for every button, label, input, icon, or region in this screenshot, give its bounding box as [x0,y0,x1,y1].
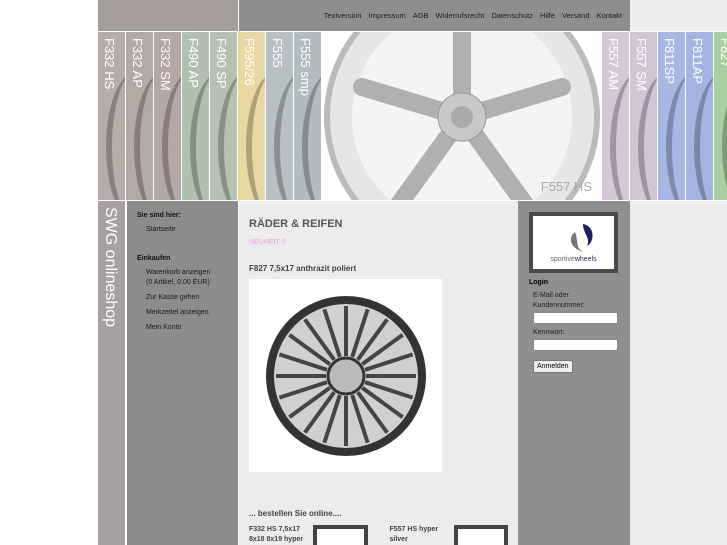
wheel-arc [666,72,685,200]
logo-text-a: sportive [550,256,575,263]
shop-heading: Einkaufen [137,255,171,262]
page-title: RÄDER & REIFEN [249,218,343,230]
email-field[interactable] [533,312,618,324]
strip-label: F332 SM [158,38,173,91]
hero-wheel-image[interactable]: F557 HS [322,32,602,200]
thumb-title[interactable]: F557 HS hyper silver [390,525,444,545]
banner-strip[interactable]: F332 AP [126,32,153,200]
nav-versand[interactable]: Versand [562,11,590,20]
logo-text-b: wheels [574,256,597,263]
logo-text: sportivewheels [533,256,614,263]
wheel-image [265,295,426,456]
shop-title: SWG onlineshop [102,207,119,328]
wheel-arc [610,72,629,200]
strip-label: F595/26 [242,38,257,86]
banner-strip[interactable]: F332 SM [154,32,181,200]
banner-strip[interactable]: F811SP [658,32,685,200]
top-nav: Textversion Impressum AGB Widerrufsrecht… [239,0,630,31]
main-content: RÄDER & REIFEN NEUHEIT !! F827 7,5x17 an… [239,201,518,545]
cart-info: (0 Artikel, 0,00 EUR) [146,279,210,286]
wheel-arc [218,72,237,200]
strip-label: F557 AM [606,38,621,91]
strip-label: F332 AP [130,38,145,88]
banner-strip[interactable]: F557 AM [602,32,629,200]
wheel-arc [190,72,209,200]
banner-strip[interactable]: F555 [266,32,293,200]
new-badge: NEUHEIT !! [249,239,286,246]
strip-label: F490 SP [214,38,229,89]
banner-strip[interactable]: F827 [714,32,727,200]
banner-strip[interactable]: F811AP [686,32,713,200]
hero-label: F557 HS [540,179,592,194]
strip-label: F811AP [690,38,705,85]
product-image[interactable] [249,279,442,472]
nav-agb[interactable]: AGB [413,11,429,20]
wheel-image [324,32,600,200]
product-title[interactable]: F827 7,5x17 anthrazit poliert [249,264,508,273]
nav-hilfe[interactable]: Hilfe [540,11,555,20]
login-button[interactable]: Anmelden [533,360,573,373]
banner-strip[interactable]: F490 SP [210,32,237,200]
wheel-arc [246,72,265,200]
strip-label: F827 [718,38,727,68]
right-background [630,201,727,545]
sportivewheels-logo[interactable]: sportivewheels [529,212,618,273]
strip-label: F811SP [662,38,677,85]
breadcrumb-startseite[interactable]: Startseite [137,225,228,235]
wheel-arc [638,72,657,200]
logo-mark-icon [570,224,593,252]
sidebar-item-wishlist[interactable]: Merkzettel anzeigen [137,308,228,318]
banner-strip[interactable]: F555 smp [294,32,321,200]
sidebar-item-cart[interactable]: Warenkorb anzeigen (0 Artikel, 0,00 EUR) [137,268,228,288]
cart-label: Warenkorb anzeigen [146,269,211,276]
sidebar-item-checkout[interactable]: Zur Kasse gehen [137,293,228,303]
email-label: E-Mail oder Kundennummer: [533,292,585,309]
password-label: Kennwort: [533,329,565,336]
thumb-image[interactable] [313,525,368,545]
banner-strip[interactable]: F490 AP [182,32,209,200]
header-right [630,0,727,31]
strip-label: F332 HS [102,38,117,90]
strip-label: F555 smp [298,38,313,96]
banner-strip[interactable]: F557 SM [630,32,657,200]
sidebar-item-account[interactable]: Mein Konto [137,323,228,333]
strip-label: F557 SM [634,38,649,91]
wheel-arc [106,72,125,200]
login-sidebar: sportivewheels Login E-Mail oder Kundenn… [518,201,630,545]
strip-label: F490 AP [186,38,201,88]
strip-label: F555 [270,38,285,68]
password-field[interactable] [533,339,618,351]
nav-widerrufsrecht[interactable]: Widerrufsrecht [436,11,485,20]
banner-strip[interactable]: F332 HS [98,32,125,200]
nav-kontakt[interactable]: Kontakt [597,11,622,20]
wheel-arc [162,72,181,200]
thumb-title[interactable]: F332 HS 7,5x17 8x18 8x19 hyper [249,525,303,545]
here-heading: Sie sind hier: [137,212,181,219]
shop-title-stripe: SWG onlineshop [98,201,125,545]
login-heading: Login [529,279,549,286]
order-heading: ... bestellen Sie online.... [249,509,342,518]
wheel-arc [694,72,713,200]
sidebar-nav: Sie sind hier: Startseite Einkaufen Ware… [127,201,238,545]
wheel-arc [134,72,153,200]
nav-textversion[interactable]: Textversion [324,11,362,20]
wheel-arc [722,72,727,200]
banner-strip[interactable]: F595/26 [238,32,265,200]
thumb-image[interactable] [453,525,508,545]
nav-impressum[interactable]: Impressum [369,11,406,20]
wheel-arc [274,72,293,200]
header-left [98,0,238,31]
nav-datenschutz[interactable]: Datenschutz [491,11,533,20]
